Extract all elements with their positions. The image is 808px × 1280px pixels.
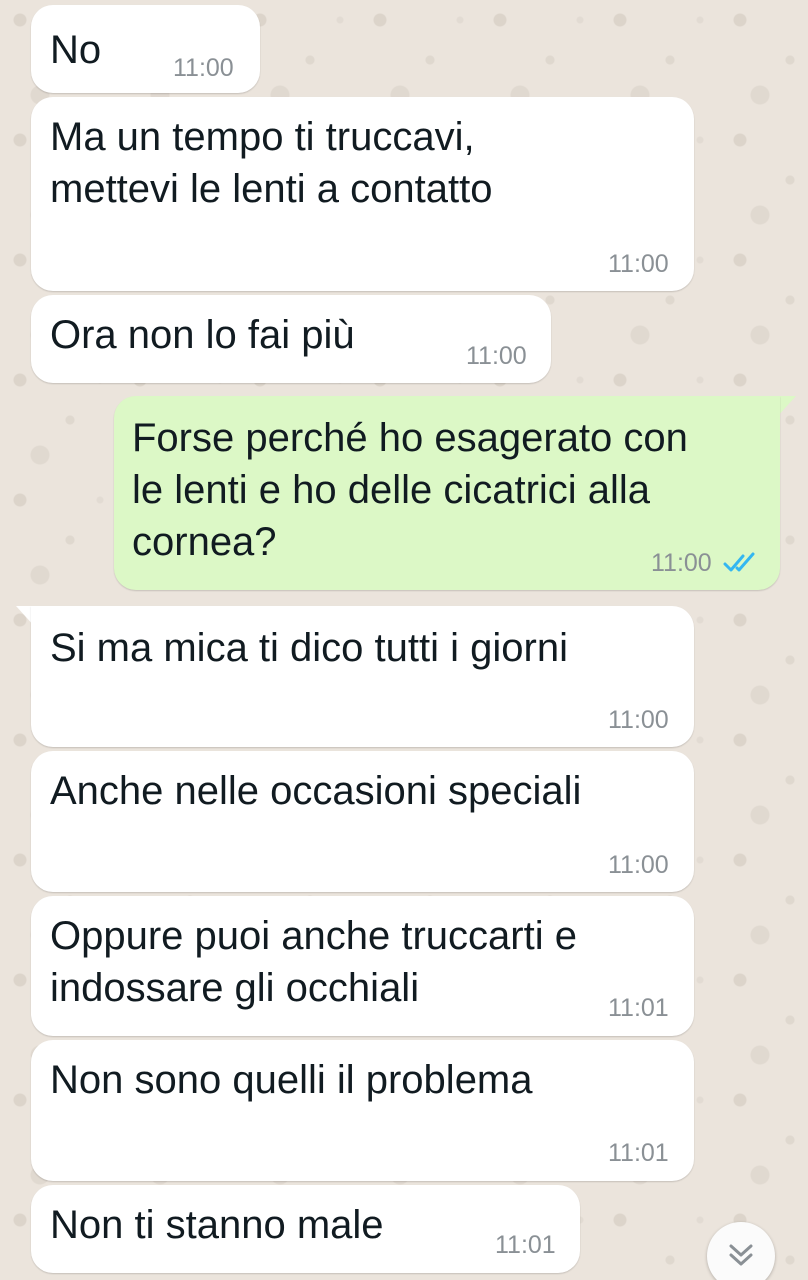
message-time: 11:01	[495, 1231, 556, 1259]
message-text: Si ma mica ti dico tutti i giorni	[50, 626, 568, 670]
incoming-message[interactable]: Oppure puoi anche truccarti e indossare …	[31, 896, 694, 1036]
message-time: 11:00	[466, 342, 527, 370]
incoming-message[interactable]: Anche nelle occasioni speciali 11:00	[31, 751, 694, 892]
message-text: Non ti stanno male	[50, 1203, 384, 1247]
message-text: No	[50, 28, 102, 72]
message-text: Ora non lo fai più	[50, 313, 355, 357]
double-chevron-down-icon	[729, 1244, 753, 1266]
outgoing-message[interactable]: Forse perché ho esagerato con le lenti e…	[114, 396, 780, 590]
message-time: 11:00	[608, 851, 669, 879]
incoming-message[interactable]: Ora non lo fai più 11:00	[31, 295, 551, 383]
message-time: 11:00	[608, 250, 669, 278]
incoming-message[interactable]: Non sono quelli il problema 11:01	[31, 1040, 694, 1181]
incoming-message[interactable]: No 11:00	[31, 5, 260, 93]
message-time: 11:00	[651, 549, 712, 577]
message-time: 11:01	[608, 994, 669, 1022]
double-check-read-icon	[723, 552, 755, 572]
incoming-message[interactable]: Non ti stanno male 11:01	[31, 1185, 580, 1273]
message-text: Forse perché ho esagerato con le lenti e…	[132, 416, 688, 564]
message-time: 11:00	[608, 706, 669, 734]
message-text: Oppure puoi anche truccarti e indossare …	[50, 914, 577, 1010]
message-text: Ma un tempo ti truccavi, mettevi le lent…	[50, 115, 493, 211]
incoming-message[interactable]: Ma un tempo ti truccavi, mettevi le lent…	[31, 97, 694, 291]
message-text: Anche nelle occasioni speciali	[50, 769, 582, 813]
message-time: 11:01	[608, 1139, 669, 1167]
incoming-message[interactable]: Si ma mica ti dico tutti i giorni 11:00	[31, 606, 694, 747]
message-time: 11:00	[173, 54, 234, 82]
message-text: Non sono quelli il problema	[50, 1058, 533, 1102]
